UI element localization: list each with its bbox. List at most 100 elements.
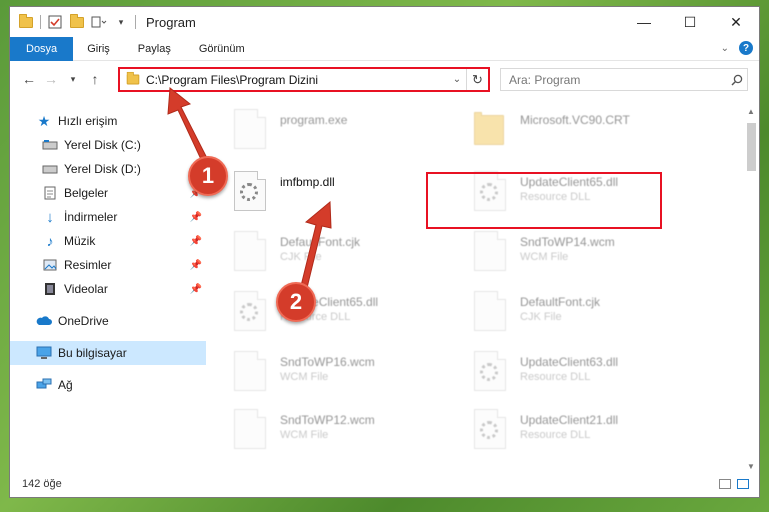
file-name: UpdateClient63.dll [520,355,619,369]
file-icon [234,409,270,453]
chevron-down-icon[interactable]: ⌄ [448,74,466,85]
back-icon[interactable]: ← [18,68,40,90]
properties-icon[interactable] [47,14,63,30]
ribbon-tabs: Dosya Giriş Paylaş Görünüm ⌄ ? [10,36,759,61]
file-name: DefaultFont.cjk [280,235,361,249]
file-name: SndToWP16.wcm [280,355,375,369]
file-name: SndToWP12.wcm [280,413,375,427]
tiles-view-icon[interactable] [737,479,749,489]
maximize-button[interactable]: ☐ [667,7,713,37]
music-icon: ♪ [46,233,54,249]
up-icon[interactable]: ↑ [84,68,106,90]
list-item[interactable]: UpdateClient21.dll Resource DLL [474,405,704,461]
sidebar-item-network[interactable]: Ağ [10,373,206,397]
sidebar-item-pictures[interactable]: Resimler 📌 [10,253,206,277]
tab-share[interactable]: Paylaş [124,37,185,61]
navigation-pane: ★ Hızlı erişim Yerel Disk (C:) Yerel Dis… [10,97,206,471]
file-name: UpdateClient21.dll [520,413,619,427]
search-icon[interactable] [727,74,747,86]
details-view-icon[interactable] [719,479,731,489]
window-controls: — ☐ ✕ [621,7,759,37]
list-item[interactable]: DefaultFont.cjk CJK File [234,227,464,283]
search-box[interactable] [500,68,748,91]
close-button[interactable]: ✕ [713,7,759,37]
sidebar-item-label: İndirmeler [64,210,118,224]
list-item[interactable]: SndToWP12.wcm WCM File [234,405,464,461]
pictures-icon [42,257,58,273]
separator [135,15,136,29]
scroll-down-icon[interactable]: ▼ [747,462,755,471]
sidebar-item-local-disk-c[interactable]: Yerel Disk (C:) [10,133,206,157]
documents-icon [42,185,58,201]
star-icon: ★ [37,112,51,129]
dll-gear-icon [234,291,270,335]
sidebar-item-onedrive[interactable]: OneDrive [10,309,206,333]
help-icon[interactable]: ? [739,41,753,55]
highlight-box [426,172,662,229]
file-name: SndToWP14.wcm [520,235,615,249]
explorer-window: ▾ Program — ☐ ✕ Dosya Giriş Paylaş Görün… [9,6,760,498]
sidebar-item-documents[interactable]: Belgeler 📌 [10,181,206,205]
file-name: program.exe [280,113,348,127]
sidebar-item-label: Müzik [64,234,96,248]
list-item[interactable]: DefaultFont.cjk CJK File [474,287,704,343]
file-type: Resource DLL [520,371,591,383]
scroll-up-icon[interactable]: ▲ [747,107,755,116]
address-path[interactable]: C:\Program Files\Program Dizini [146,73,448,87]
folder-icon [18,13,34,30]
file-type: CJK File [280,251,322,263]
tab-file[interactable]: Dosya [10,36,74,61]
sidebar-item-label: Yerel Disk (C:) [64,138,141,152]
scrollbar[interactable]: ▲ ▼ [743,107,759,471]
view-toggles [719,479,749,489]
tab-view[interactable]: Görünüm [185,37,259,61]
sidebar-item-music[interactable]: ♪ Müzik 📌 [10,229,206,253]
file-icon [474,291,510,335]
sidebar-item-label: Bu bilgisayar [58,346,127,360]
sidebar-item-videos[interactable]: Videolar 📌 [10,277,206,301]
sidebar-item-local-disk-d[interactable]: Yerel Disk (D:) [10,157,206,181]
minimize-button[interactable]: — [621,7,667,37]
title-bar: ▾ Program — ☐ ✕ [10,7,759,37]
tab-home[interactable]: Giriş [73,37,124,61]
drive-icon [42,161,58,177]
sidebar-item-label: Ağ [58,378,73,392]
exe-icon [234,109,270,153]
video-icon [42,281,58,297]
file-type: WCM File [280,371,329,383]
scroll-thumb[interactable] [747,123,756,171]
dll-gear-icon [474,351,510,395]
search-input[interactable] [509,72,727,87]
new-folder-icon[interactable] [69,13,85,30]
recent-locations-icon[interactable]: ▾ [62,68,84,90]
sidebar-item-label: Yerel Disk (D:) [64,162,141,176]
list-item[interactable]: Microsoft.VC90.CRT [474,105,704,161]
file-type: Resource DLL [520,429,591,441]
pin-icon[interactable]: 📌 [190,236,202,247]
expand-ribbon-icon[interactable]: ⌄ [721,43,729,54]
folder-icon [126,71,140,85]
pin-icon[interactable]: 📌 [190,212,202,223]
pin-icon[interactable]: 📌 [190,284,202,295]
customize-toolbar-icon[interactable] [91,14,107,30]
network-icon [36,377,52,393]
list-item[interactable]: UpdateClient65.dll Resource DLL [234,287,464,343]
step-1-badge: 1 [188,156,228,196]
list-item[interactable]: program.exe [234,105,464,161]
forward-icon[interactable]: → [40,68,62,90]
file-icon [234,231,270,275]
sidebar-item-quick-access[interactable]: ★ Hızlı erişim [10,109,206,133]
list-item[interactable]: SndToWP16.wcm WCM File [234,347,464,403]
pin-icon[interactable]: 📌 [190,260,202,271]
status-bar: 142 öğe [10,471,759,497]
download-icon: ↓ [46,208,54,226]
file-icon [474,231,510,275]
sidebar-item-this-pc[interactable]: Bu bilgisayar [10,341,206,365]
list-item[interactable]: UpdateClient63.dll Resource DLL [474,347,704,403]
refresh-icon[interactable]: ↻ [466,69,488,90]
list-item[interactable]: SndToWP14.wcm WCM File [474,227,704,283]
chevron-down-icon[interactable]: ▾ [113,14,129,30]
address-bar[interactable]: C:\Program Files\Program Dizini ⌄ ↻ [118,67,490,92]
sidebar-item-downloads[interactable]: ↓ İndirmeler 📌 [10,205,206,229]
step-2-badge: 2 [276,282,316,322]
